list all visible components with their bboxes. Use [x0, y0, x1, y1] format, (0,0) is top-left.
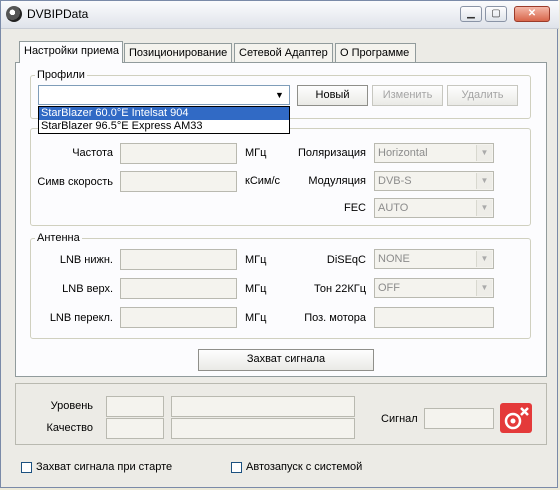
- close-button[interactable]: ✕: [514, 6, 550, 22]
- fec-label: FEC: [344, 202, 366, 214]
- level-field: [106, 396, 164, 417]
- fec-select[interactable]: AUTO ▼: [374, 198, 494, 218]
- tone-22khz-select[interactable]: OFF ▼: [374, 278, 494, 298]
- symbol-rate-field[interactable]: [120, 171, 237, 192]
- tab-positioning[interactable]: Позиционирование: [124, 43, 232, 62]
- tab-about[interactable]: О Программе: [335, 43, 416, 62]
- window-title: DVBIPData: [27, 7, 89, 21]
- polarization-select[interactable]: Horizontal ▼: [374, 143, 494, 163]
- profile-select[interactable]: ▼: [38, 85, 290, 105]
- diseqc-label: DiSEqC: [326, 254, 366, 266]
- diseqc-select[interactable]: NONE ▼: [374, 249, 494, 269]
- polarization-label: Поляризация: [298, 147, 366, 159]
- capture-on-start-label: Захват сигнала при старте: [36, 461, 173, 473]
- new-profile-button[interactable]: Новый: [297, 85, 368, 106]
- level-bar: [171, 396, 355, 417]
- maximize-button[interactable]: ▢: [485, 6, 507, 22]
- minimize-button[interactable]: ▁: [460, 6, 482, 22]
- modulation-select[interactable]: DVB-S ▼: [374, 171, 494, 191]
- modulation-label: Модуляция: [308, 175, 366, 187]
- app-icon: [6, 6, 22, 22]
- edit-profile-button[interactable]: Изменить: [372, 85, 443, 106]
- frequency-field[interactable]: [120, 143, 237, 164]
- quality-label: Качество: [46, 422, 93, 434]
- motor-position-field[interactable]: [374, 307, 494, 328]
- chevron-down-icon[interactable]: ▼: [272, 87, 287, 103]
- signal-label: Сигнал: [381, 413, 418, 425]
- profiles-group-label: Профили: [35, 69, 87, 81]
- antenna-group-label: Антенна: [35, 232, 82, 244]
- lnb-low-label: LNB нижн.: [59, 254, 113, 266]
- quality-field: [106, 418, 164, 439]
- symbol-rate-unit: кСим/с: [245, 175, 281, 187]
- delete-profile-button[interactable]: Удалить: [447, 85, 518, 106]
- chevron-down-icon[interactable]: ▼: [476, 251, 492, 267]
- tab-reception-settings[interactable]: Настройки приема: [19, 41, 123, 63]
- title-bar: DVBIPData ▁ ▢ ✕: [1, 1, 559, 29]
- chevron-down-icon[interactable]: ▼: [476, 280, 492, 296]
- chevron-down-icon[interactable]: ▼: [476, 145, 492, 161]
- lnb-low-unit: МГц: [245, 254, 267, 266]
- lnb-low-field[interactable]: [120, 249, 237, 270]
- signal-field: [424, 408, 494, 429]
- capture-on-start-checkbox[interactable]: [21, 462, 32, 473]
- profile-option[interactable]: StarBlazer 96.5°E Express AM33: [39, 120, 289, 133]
- lnb-high-unit: МГц: [245, 283, 267, 295]
- tone-22khz-label: Тон 22КГц: [313, 283, 366, 295]
- lnb-switch-label: LNB перекл.: [49, 312, 113, 324]
- main-window: DVBIPData ▁ ▢ ✕ Настройки приема Позицио…: [0, 0, 559, 488]
- tab-network-adapter[interactable]: Сетевой Адаптер: [234, 43, 333, 62]
- symbol-rate-label: Симв скорость: [37, 176, 113, 188]
- lnb-high-field[interactable]: [120, 278, 237, 299]
- autostart-label: Автозапуск с системой: [246, 461, 363, 473]
- profile-dropdown-list: StarBlazer 60.0°E Intelsat 904 StarBlaze…: [38, 106, 290, 134]
- motor-position-label: Поз. мотора: [304, 312, 366, 324]
- autostart-checkbox[interactable]: [231, 462, 242, 473]
- no-signal-icon: [500, 403, 532, 433]
- frequency-label: Частота: [72, 147, 113, 159]
- lnb-switch-field[interactable]: [120, 307, 237, 328]
- lnb-high-label: LNB верх.: [62, 283, 113, 295]
- quality-bar: [171, 418, 355, 439]
- profile-option[interactable]: StarBlazer 60.0°E Intelsat 904: [39, 107, 289, 120]
- lnb-switch-unit: МГц: [245, 312, 267, 324]
- chevron-down-icon[interactable]: ▼: [476, 200, 492, 216]
- capture-signal-button[interactable]: Захват сигнала: [198, 349, 374, 371]
- chevron-down-icon[interactable]: ▼: [476, 173, 492, 189]
- frequency-unit: МГц: [245, 147, 267, 159]
- level-label: Уровень: [50, 400, 93, 412]
